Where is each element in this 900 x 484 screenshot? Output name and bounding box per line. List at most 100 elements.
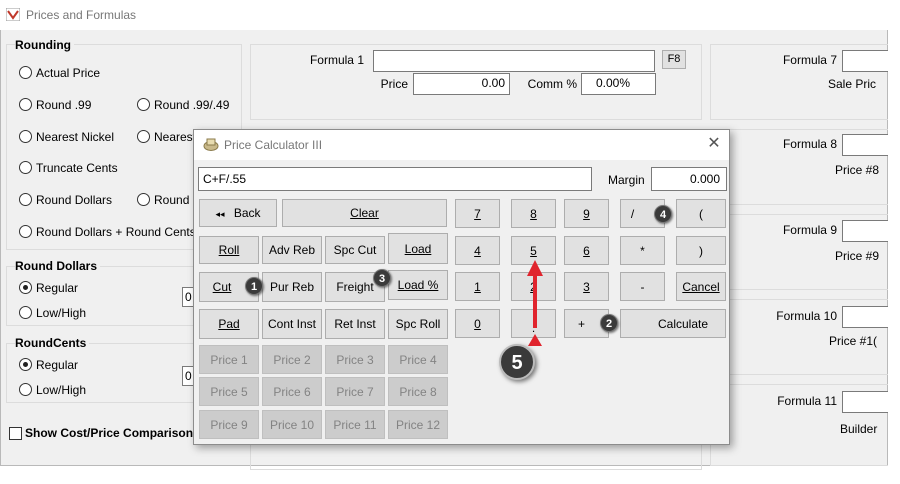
formula1-input[interactable] xyxy=(373,50,655,72)
radio-round-dollars-cents[interactable] xyxy=(19,225,32,238)
back-button[interactable]: ◂◂ Back xyxy=(199,199,277,227)
key-3[interactable]: 3 xyxy=(564,272,609,301)
formula1-label: Formula 1 xyxy=(309,53,364,67)
back-label: Back xyxy=(233,206,261,220)
callout-badge-5: 5 xyxy=(499,344,535,380)
price-2-button[interactable]: Price 2 xyxy=(262,345,322,374)
formula11-input[interactable] xyxy=(842,391,888,413)
radio-rd-low-high[interactable] xyxy=(19,306,32,319)
round-dollars-title: Round Dollars xyxy=(15,259,101,273)
clear-button[interactable]: Clear xyxy=(282,199,447,227)
price-3-button[interactable]: Price 3 xyxy=(325,345,385,374)
radio-label: Round .99 xyxy=(36,98,92,112)
formula9-input[interactable] xyxy=(842,220,888,242)
load-pct-button[interactable]: Load % xyxy=(388,270,448,300)
margin-label: Margin xyxy=(608,173,645,187)
window-title: Prices and Formulas xyxy=(26,8,137,22)
price-10-button[interactable]: Price 10 xyxy=(262,410,322,439)
radio-label: Round Dollars xyxy=(36,193,113,207)
pad-button[interactable]: Pad xyxy=(199,309,259,339)
price-7-button[interactable]: Price 7 xyxy=(325,377,385,406)
radio-round-99[interactable] xyxy=(19,98,32,111)
adv-reb-button[interactable]: Adv Reb xyxy=(262,236,322,264)
callout-badge-2: 2 xyxy=(600,314,618,332)
key-lparen[interactable]: ( xyxy=(676,199,726,228)
radio-round-dollars[interactable] xyxy=(19,193,32,206)
f8-button[interactable]: F8 xyxy=(662,50,686,69)
app-icon xyxy=(6,8,20,21)
price-8-button[interactable]: Price 8 xyxy=(388,377,448,406)
load-button[interactable]: Load xyxy=(388,233,448,264)
radio-label: Nearest Nickel xyxy=(36,130,115,144)
sale-price-label: Sale Pric xyxy=(828,77,877,91)
formula8-input[interactable] xyxy=(842,134,888,156)
key-rparen[interactable]: ) xyxy=(676,236,726,265)
callout-badge-4: 4 xyxy=(654,205,672,223)
calculator-app-icon xyxy=(203,138,219,151)
radio-label: Round Dollars + Round Cents xyxy=(36,225,196,239)
key-multiply[interactable]: * xyxy=(620,236,665,265)
formula10-input[interactable] xyxy=(842,306,888,328)
key-8[interactable]: 8 xyxy=(511,199,556,228)
spc-roll-button[interactable]: Spc Roll xyxy=(388,309,448,339)
radio-rc-low-high[interactable] xyxy=(19,383,32,396)
radio-label: Round .99/.49 xyxy=(154,98,230,112)
builder-label: Builder xyxy=(840,422,878,436)
spc-cut-button[interactable]: Spc Cut xyxy=(325,236,385,264)
close-icon[interactable]: ✕ xyxy=(705,135,723,153)
comm-field[interactable]: 0.00% xyxy=(581,73,656,95)
formula9-label: Formula 9 xyxy=(782,223,837,237)
radio-nearest[interactable] xyxy=(137,130,150,143)
radio-label: Actual Price xyxy=(36,66,101,80)
price-12-button[interactable]: Price 12 xyxy=(388,410,448,439)
callout-badge-1: 1 xyxy=(245,277,263,295)
roll-button[interactable]: Roll xyxy=(199,236,259,264)
price-4-button[interactable]: Price 4 xyxy=(388,345,448,374)
calculate-button[interactable]: Calculate xyxy=(620,309,726,338)
price-field[interactable]: 0.00 xyxy=(413,73,510,95)
price-9-button[interactable]: Price 9 xyxy=(199,410,259,439)
show-cost-price-checkbox[interactable] xyxy=(9,427,22,440)
formula7-label: Formula 7 xyxy=(782,53,837,67)
dialog-title: Price Calculator III xyxy=(224,138,323,152)
price-label: Price xyxy=(380,77,408,91)
price-5-button[interactable]: Price 5 xyxy=(199,377,259,406)
key-6[interactable]: 6 xyxy=(564,236,609,265)
key-7[interactable]: 7 xyxy=(455,199,500,228)
radio-rc-regular[interactable] xyxy=(19,358,32,371)
radio-round-c[interactable] xyxy=(137,193,150,206)
key-1[interactable]: 1 xyxy=(455,272,500,301)
radio-nearest-nickel[interactable] xyxy=(19,130,32,143)
pur-reb-button[interactable]: Pur Reb xyxy=(262,272,322,302)
radio-truncate-cents[interactable] xyxy=(19,161,32,174)
formula-expression-input[interactable]: C+F/.55 xyxy=(198,167,592,191)
show-cost-price-label: Show Cost/Price Comparison xyxy=(25,426,194,440)
margin-field[interactable]: 0.000 xyxy=(651,167,727,191)
formula7-input[interactable] xyxy=(842,50,888,72)
radio-label: Low/High xyxy=(36,306,87,320)
key-0[interactable]: 0 xyxy=(455,309,500,338)
red-arrow-annotation xyxy=(527,260,543,346)
radio-rd-regular[interactable] xyxy=(19,281,32,294)
ret-inst-button[interactable]: Ret Inst xyxy=(325,309,385,339)
radio-label: Regular xyxy=(36,281,79,295)
formula11-label: Formula 11 xyxy=(777,394,837,408)
key-minus[interactable]: - xyxy=(620,272,665,301)
formula8-label: Formula 8 xyxy=(782,137,837,151)
radio-label: Nearest xyxy=(154,130,197,144)
radio-round-99-49[interactable] xyxy=(137,98,150,111)
cancel-button[interactable]: Cancel xyxy=(676,272,726,301)
callout-badge-3: 3 xyxy=(373,269,391,287)
price10-label: Price #1( xyxy=(829,334,878,348)
radio-actual-price[interactable] xyxy=(19,66,32,79)
price-6-button[interactable]: Price 6 xyxy=(262,377,322,406)
price-1-button[interactable]: Price 1 xyxy=(199,345,259,374)
radio-label: Low/High xyxy=(36,383,87,397)
back-icon: ◂◂ xyxy=(215,209,225,219)
price9-label: Price #9 xyxy=(835,249,880,263)
key-4[interactable]: 4 xyxy=(455,236,500,265)
price-11-button[interactable]: Price 11 xyxy=(325,410,385,439)
round-cents-title: RoundCents xyxy=(15,336,90,350)
key-9[interactable]: 9 xyxy=(564,199,609,228)
cont-inst-button[interactable]: Cont Inst xyxy=(262,309,322,339)
